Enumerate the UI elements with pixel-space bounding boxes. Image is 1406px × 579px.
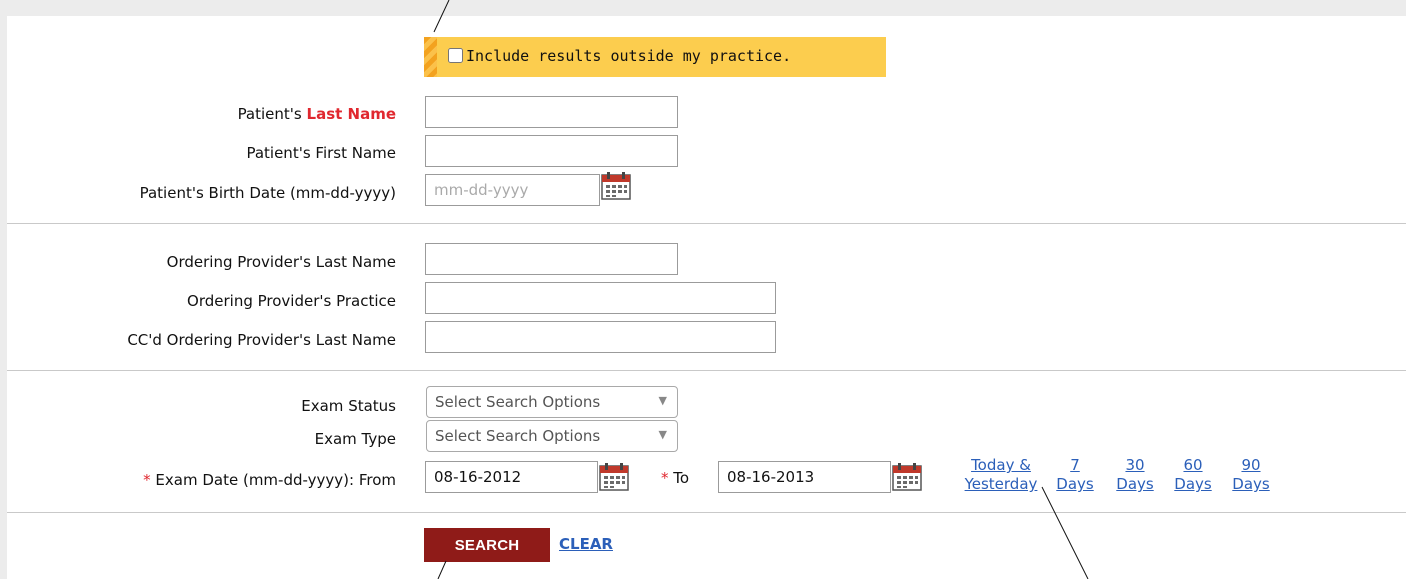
annotation-line (437, 560, 447, 579)
annotation-line (1041, 486, 1089, 579)
annotation-pointers (433, 0, 1089, 579)
annotation-line (433, 0, 450, 33)
